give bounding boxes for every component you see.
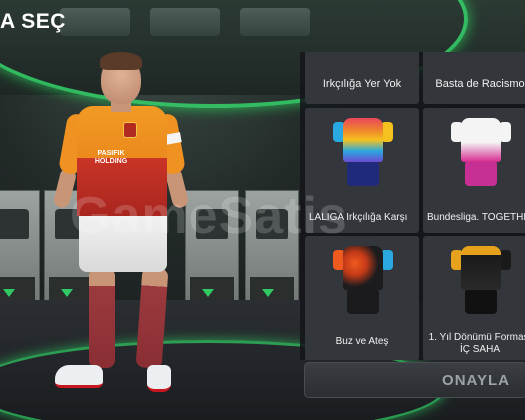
- kit-card-irkciliga-yer-yok[interactable]: Irkçılığa Yer Yok: [305, 52, 419, 104]
- kit-shirt: [343, 118, 383, 162]
- sponsor-line2: HOLDING: [94, 158, 128, 165]
- player-shirt: PASIFIK HOLDING: [77, 106, 167, 216]
- locker: [245, 190, 299, 312]
- club-crest-icon: [123, 122, 137, 138]
- kit-list-panel[interactable]: Irkçılığa Yer Yok Basta de Racismo LALIG…: [300, 52, 525, 360]
- player-model: PASIFIK HOLDING: [52, 50, 215, 395]
- kit-shirt: [461, 118, 501, 162]
- kit-thumbnail: [451, 118, 511, 200]
- kit-card-basta-de-racismo[interactable]: Basta de Racismo: [423, 52, 525, 104]
- kit-card-label: LALIGA Irkçılığa Karşı: [309, 212, 408, 223]
- kit-shorts: [465, 162, 497, 186]
- player-leg: [89, 268, 115, 368]
- kit-card-anniversary-home[interactable]: 1. Yıl Dönümü Forması İÇ SAHA: [423, 236, 525, 360]
- kit-shorts: [347, 290, 379, 314]
- kit-card-label-line1: 1. Yıl Dönümü Forması: [428, 332, 525, 343]
- screen-title: A SEÇ: [0, 10, 66, 33]
- locker: [0, 190, 40, 312]
- kit-card-buz-ve-ates[interactable]: Buz ve Ateş: [305, 236, 419, 360]
- kit-card-label: Basta de Racismo: [435, 78, 525, 90]
- kit-card-label-line2: İÇ SAHA: [459, 344, 500, 355]
- shirt-sponsor: PASIFIK HOLDING: [91, 150, 131, 166]
- kit-thumbnail: [451, 246, 511, 328]
- confirm-button[interactable]: ONAYLA: [304, 362, 525, 398]
- player-shorts: [79, 210, 167, 272]
- locker-shirt: [0, 209, 29, 239]
- kit-card-label: Bundesliga. TOGETHER: [427, 212, 525, 223]
- player-leg: [135, 267, 169, 369]
- kit-card-laliga[interactable]: LALIGA Irkçılığa Karşı: [305, 108, 419, 233]
- kit-card-bundesliga-together[interactable]: Bundesliga. TOGETHER: [423, 108, 525, 233]
- kit-card-label: Irkçılığa Yer Yok: [322, 78, 402, 90]
- kit-selection-screen: A SEÇ PASIFIK HOLDING Irkçılığa Yer Yok …: [0, 0, 525, 420]
- kit-shorts: [465, 290, 497, 314]
- kit-shorts: [347, 162, 379, 186]
- kit-thumbnail: [333, 246, 393, 328]
- shirt-band: [77, 158, 167, 216]
- kit-thumbnail: [333, 118, 393, 200]
- kit-card-label: Buz ve Ateş: [335, 336, 389, 347]
- player-boot: [55, 365, 103, 388]
- kit-shirt: [461, 246, 501, 290]
- sponsor-line1: PASIFIK: [97, 150, 125, 157]
- confirm-label: ONAYLA: [442, 372, 510, 389]
- locker-shirt: [256, 209, 288, 239]
- kit-shirt: [343, 246, 383, 290]
- player-hair: [100, 52, 142, 70]
- player-boot: [147, 365, 171, 392]
